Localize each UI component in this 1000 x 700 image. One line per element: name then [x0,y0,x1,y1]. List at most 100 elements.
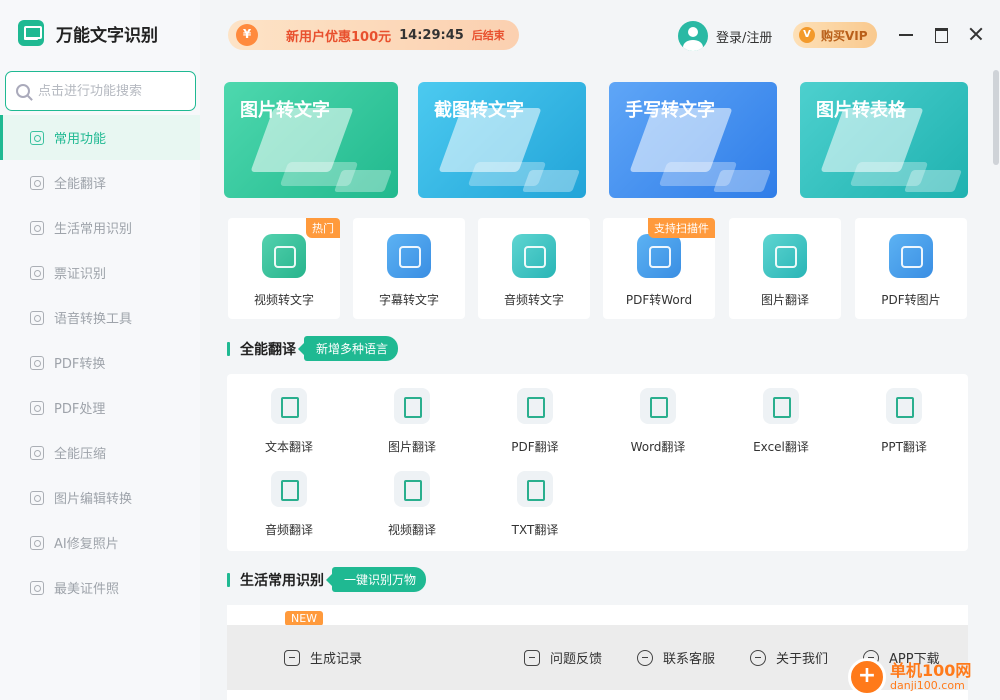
sidebar-item-ticket[interactable]: 票证识别 [0,250,200,295]
sidebar-item-ai-repair[interactable]: AI修复照片 [0,520,200,565]
translate-label: Excel翻译 [753,440,809,454]
about-button[interactable]: 关于我们 [750,648,828,667]
maximize-button[interactable] [931,24,951,44]
sidebar-item-id-photo[interactable]: 最美证件照 [0,565,200,610]
translate-pdf[interactable]: PDF翻译 [474,388,596,455]
translate-label: PPT翻译 [881,440,927,454]
translate-label: 音频翻译 [264,523,313,537]
sidebar-item-compress[interactable]: 全能压缩 [0,430,200,475]
sidebar-nav: 常用功能 全能翻译 生活常用识别 票证识别 语音转换工具 PDF转换 PDF处理… [0,115,200,610]
ai-repair-icon [30,535,44,550]
tool-label: 字幕转文字 [378,293,439,307]
card-handwriting-to-text[interactable]: 手写转文字 [609,82,777,198]
sidebar-item-label: 常用功能 [54,132,107,147]
coupon-icon [236,24,258,46]
tool-audio-to-text[interactable]: 音频转文字 [478,218,590,319]
sidebar-item-common[interactable]: 常用功能 [0,115,200,160]
translate-video[interactable]: 视频翻译 [351,471,473,538]
footer-label: 生成记录 [310,652,363,667]
pdf-icon [30,355,44,370]
search-icon [16,84,30,98]
pdf-process-icon [30,400,44,415]
sidebar-item-label: 全能压缩 [54,447,107,462]
tool-subtitle-to-text[interactable]: 字幕转文字 [353,218,465,319]
translate-label: TXT翻译 [511,523,559,537]
footer-label: 关于我们 [776,652,829,667]
promo-banner[interactable]: 新用户优惠100元 14:29:45 后结束 [228,20,519,50]
sidebar-item-label: PDF转换 [54,357,106,372]
section-title: 全能翻译 [240,341,296,358]
login-label: 登录/注册 [716,30,773,46]
translate-excel[interactable]: Excel翻译 [720,388,842,455]
section-title: 生活常用识别 [240,572,324,589]
promo-end-label: 后结束 [471,29,505,42]
translate-txt[interactable]: TXT翻译 [474,471,596,538]
new-badge: NEW [285,611,324,626]
translate-ppt[interactable]: PPT翻译 [843,388,965,455]
sidebar-item-label: AI修复照片 [54,537,119,552]
card-image-to-table[interactable]: 图片转表格 [800,82,968,198]
sidebar-item-pdf-convert[interactable]: PDF转换 [0,340,200,385]
translate-word[interactable]: Word翻译 [597,388,719,455]
watermark-name: 单机100网 [890,660,972,680]
tool-pdf-to-image[interactable]: PDF转图片 [855,218,967,319]
sidebar-item-image-edit[interactable]: 图片编辑转换 [0,475,200,520]
history-button[interactable]: 生成记录 [284,648,362,667]
txt-doc-icon [517,471,553,507]
function-search[interactable] [5,71,196,111]
translate-icon [30,175,44,190]
translate-label: 视频翻译 [387,523,436,537]
login-button[interactable]: 登录/注册 [678,21,772,51]
common-icon [30,130,44,145]
scrollbar-thumb[interactable] [993,70,999,165]
minimize-button[interactable] [896,24,916,44]
video-text-icon [262,234,306,278]
info-icon [750,649,766,666]
pdf-image-icon [889,234,933,278]
watermark: 单机100网 danji100.com [848,658,971,696]
section-header-life: 生活常用识别 一键识别万物 [227,567,427,592]
close-button[interactable] [966,24,986,44]
buy-vip-button[interactable]: V 购买VIP [793,22,877,48]
card-image-to-text[interactable]: 图片转文字 [224,82,398,198]
ppt-doc-icon [886,388,922,424]
translate-image[interactable]: 图片翻译 [351,388,473,455]
translate-panel: 文本翻译 图片翻译 PDF翻译 Word翻译 Excel翻译 PPT翻译 音频翻… [227,374,968,551]
search-input[interactable] [38,83,188,99]
contact-support-button[interactable]: 联系客服 [637,648,715,667]
app-title: 万能文字识别 [56,25,158,46]
ticket-icon [30,265,44,280]
text-doc-icon [271,388,307,424]
sidebar-item-pdf-process[interactable]: PDF处理 [0,385,200,430]
tool-label: PDF转Word [625,293,693,307]
app-logo-row: 万能文字识别 [18,20,158,46]
sidebar-item-label: PDF处理 [54,402,106,417]
sidebar-item-label: 全能翻译 [54,177,107,192]
translate-text[interactable]: 文本翻译 [228,388,350,455]
tool-image-translate[interactable]: 图片翻译 [729,218,841,319]
subtitle-text-icon [387,234,431,278]
tool-video-to-text[interactable]: 视频转文字 热门 [228,218,340,319]
hot-badge: 热门 [306,218,340,238]
voice-icon [30,310,44,325]
scrollbar[interactable] [992,68,1000,700]
excel-doc-icon [763,388,799,424]
sidebar: 万能文字识别 常用功能 全能翻译 生活常用识别 票证识别 语音转换工具 PDF转… [0,0,200,700]
watermark-url: danji100.com [890,678,965,692]
word-doc-icon [640,388,676,424]
sidebar-item-label: 票证识别 [54,267,107,282]
section-header-translate: 全能翻译 新增多种语言 [227,336,399,361]
sidebar-item-translate[interactable]: 全能翻译 [0,160,200,205]
tool-label: 视频转文字 [253,293,314,307]
sidebar-item-voice[interactable]: 语音转换工具 [0,295,200,340]
footer-label: 联系客服 [663,652,716,667]
promo-text: 新用户优惠100元 [286,29,392,45]
image-doc-icon [394,388,430,424]
card-screenshot-to-text[interactable]: 截图转文字 [418,82,586,198]
tool-pdf-to-word[interactable]: PDF转Word 支持扫描件 [603,218,715,319]
feedback-button[interactable]: 问题反馈 [524,648,602,667]
image-edit-icon [30,490,44,505]
translate-audio[interactable]: 音频翻译 [228,471,350,538]
sidebar-item-life[interactable]: 生活常用识别 [0,205,200,250]
image-translate-icon [763,234,807,278]
